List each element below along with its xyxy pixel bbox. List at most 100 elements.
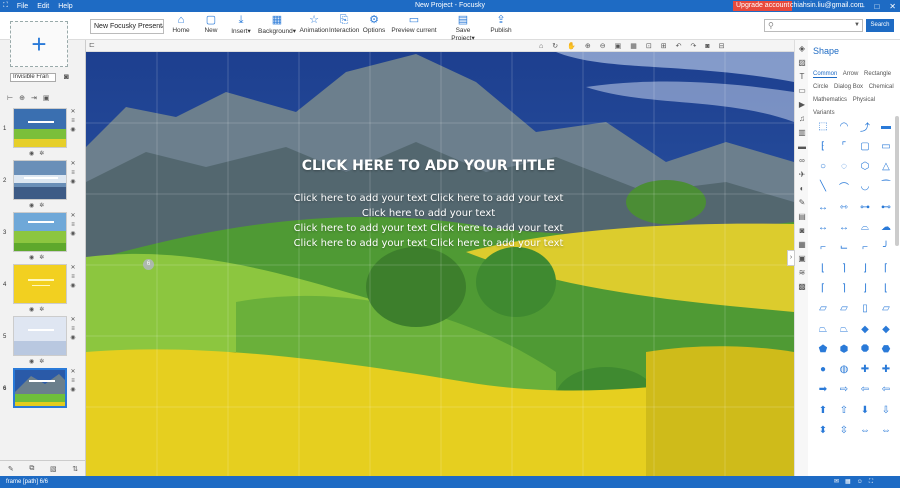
play-icon[interactable]: ◉ bbox=[29, 254, 34, 261]
visibility-icon[interactable]: ◉ bbox=[69, 334, 77, 343]
clipboard-tool-icon[interactable]: ▤ bbox=[797, 212, 807, 222]
animation-button[interactable]: ☆ Animation bbox=[299, 14, 329, 38]
lock-icon[interactable]: ▣ bbox=[615, 42, 622, 50]
slide-thumbnail-5[interactable]: 5 ◉ ✲ ✕ ≡ ◉ bbox=[0, 316, 86, 366]
menu-icon[interactable]: ≡ bbox=[69, 169, 77, 178]
shape-option[interactable]: ⌉ bbox=[835, 259, 853, 277]
shape-option[interactable]: ⬚ bbox=[814, 117, 832, 135]
minimize-icon[interactable]: – bbox=[860, 2, 864, 11]
menu-icon[interactable]: ≡ bbox=[69, 273, 77, 282]
shape-option[interactable]: ▱ bbox=[835, 300, 853, 318]
shape-option[interactable]: ⇳ bbox=[835, 422, 853, 440]
settings-icon[interactable]: ✲ bbox=[39, 202, 44, 209]
close-icon[interactable]: ✕ bbox=[889, 2, 896, 11]
shape-option[interactable]: ○ bbox=[814, 158, 832, 176]
shape-option[interactable]: ⬣ bbox=[877, 340, 895, 358]
undo-icon[interactable]: ↶ bbox=[676, 42, 682, 50]
shape-option[interactable]: ⬟ bbox=[814, 340, 832, 358]
redo-icon[interactable]: ↷ bbox=[690, 42, 696, 50]
shape-option[interactable]: ◠ bbox=[835, 117, 853, 135]
fullscreen-icon[interactable]: ⛶ bbox=[869, 476, 873, 488]
shape-option[interactable]: ⇿ bbox=[835, 198, 853, 216]
transition-icon[interactable]: ▧ bbox=[50, 465, 57, 473]
shape-option[interactable]: ⬇ bbox=[856, 401, 874, 419]
shape-option[interactable]: ⌒ bbox=[835, 178, 853, 196]
slide-preview[interactable] bbox=[13, 108, 67, 148]
message-icon[interactable]: ✉ bbox=[834, 476, 839, 488]
preview-current-button[interactable]: ▭ Preview current bbox=[391, 14, 437, 38]
plane-tool-icon[interactable]: ✈ bbox=[797, 170, 807, 180]
table-tool-icon[interactable]: ▣ bbox=[797, 254, 807, 264]
user-email[interactable]: chiahsin.liu@gmail.com bbox=[790, 0, 864, 12]
delete-icon[interactable]: ✕ bbox=[69, 264, 77, 273]
visibility-icon[interactable]: ◉ bbox=[69, 282, 77, 291]
menu-icon[interactable]: ≡ bbox=[69, 221, 77, 230]
tab-dialog-box[interactable]: Dialog Box bbox=[834, 84, 863, 90]
slide-title-placeholder[interactable]: CLICK HERE TO ADD YOUR TITLE bbox=[286, 158, 571, 174]
shape-option[interactable]: ◌ bbox=[835, 158, 853, 176]
shape-option[interactable]: ☁ bbox=[877, 219, 895, 237]
shape-option[interactable]: ▭ bbox=[877, 137, 895, 155]
template-tool-icon[interactable]: ▩ bbox=[797, 282, 807, 292]
visibility-icon[interactable]: ◉ bbox=[69, 126, 77, 135]
shape-option[interactable]: ↔ bbox=[835, 219, 853, 237]
slide-preview[interactable] bbox=[13, 316, 67, 356]
shape-option[interactable]: ↔ bbox=[814, 219, 832, 237]
shape-option[interactable]: ⇦ bbox=[856, 381, 874, 399]
home-view-icon[interactable]: ⌂ bbox=[539, 43, 543, 50]
menu-edit[interactable]: Edit bbox=[37, 3, 49, 10]
fit-icon[interactable]: ⊡ bbox=[646, 42, 652, 50]
shape-option[interactable]: ⌙ bbox=[835, 239, 853, 257]
copy-icon[interactable]: ⧉ bbox=[29, 465, 34, 473]
menu-icon[interactable]: ≡ bbox=[69, 325, 77, 334]
settings-icon[interactable]: ✲ bbox=[39, 254, 44, 261]
collapse-panel-button[interactable]: › bbox=[787, 250, 795, 266]
settings-icon[interactable]: ✲ bbox=[39, 306, 44, 313]
frame-type-select[interactable]: Invisible Fran bbox=[10, 73, 56, 82]
shape-option[interactable]: ⌜ bbox=[835, 137, 853, 155]
maximize-icon[interactable]: □ bbox=[874, 2, 879, 11]
path-number-marker[interactable]: 6 bbox=[143, 259, 154, 270]
shape-option[interactable]: ✚ bbox=[877, 361, 895, 379]
delete-icon[interactable]: ✕ bbox=[69, 160, 77, 169]
shape-option[interactable]: ◍ bbox=[835, 361, 853, 379]
interaction-button[interactable]: ⎘ Interaction bbox=[329, 14, 359, 38]
chevron-down-icon[interactable]: ▼ bbox=[854, 20, 860, 31]
shape-option[interactable]: ⇨ bbox=[835, 381, 853, 399]
shape-option[interactable]: ╲ bbox=[814, 178, 832, 196]
edit-path-icon[interactable]: ✎ bbox=[8, 465, 14, 473]
shape-option[interactable]: ▱ bbox=[877, 300, 895, 318]
image-tool-icon[interactable]: ▨ bbox=[797, 58, 807, 68]
shape-tool-icon[interactable]: ◈ bbox=[797, 44, 807, 54]
shape-option[interactable]: ⯃ bbox=[856, 340, 874, 358]
align-left-icon[interactable]: ⊢ bbox=[7, 94, 13, 102]
layout-icon[interactable]: ▣ bbox=[43, 94, 50, 102]
shape-option[interactable]: ◡ bbox=[856, 178, 874, 196]
music-tool-icon[interactable]: ♫ bbox=[797, 114, 807, 124]
media-tool-icon[interactable]: ▶ bbox=[797, 100, 807, 110]
delete-icon[interactable]: ✕ bbox=[69, 108, 77, 117]
play-icon[interactable]: ◉ bbox=[29, 202, 34, 209]
delete-icon[interactable]: ✕ bbox=[69, 212, 77, 221]
tab-circle[interactable]: Circle bbox=[813, 84, 828, 90]
shape-option[interactable]: ⌊ bbox=[814, 259, 832, 277]
shape-option[interactable]: ⌋ bbox=[856, 279, 874, 297]
grid-icon[interactable]: ▦ bbox=[630, 42, 637, 50]
shape-option[interactable]: ▢ bbox=[856, 137, 874, 155]
tab-variants[interactable]: Variants bbox=[813, 110, 835, 116]
slide-preview[interactable] bbox=[13, 212, 67, 252]
shape-option[interactable]: ▯ bbox=[856, 300, 874, 318]
slide-thumbnail-2[interactable]: 2 ◉ ✲ ✕ ≡ ◉ bbox=[0, 160, 86, 210]
zoom-in-icon[interactable]: ⊕ bbox=[585, 42, 591, 50]
shape-option[interactable]: ➡ bbox=[814, 381, 832, 399]
slide-thumbnail-6[interactable]: 6 ✕ ≡ ◉ bbox=[0, 368, 86, 418]
pen-tool-icon[interactable]: ✎ bbox=[797, 198, 807, 208]
tab-chemical[interactable]: Chemical bbox=[869, 84, 894, 90]
layers-tool-icon[interactable]: ≋ bbox=[797, 268, 807, 278]
play-icon[interactable]: ◉ bbox=[29, 358, 34, 365]
shape-option[interactable]: ⇩ bbox=[877, 401, 895, 419]
visibility-icon[interactable]: ◉ bbox=[69, 178, 77, 187]
shape-option[interactable]: ⌋ bbox=[856, 259, 874, 277]
align-icon[interactable]: ⊞ bbox=[661, 42, 667, 50]
hand-icon[interactable]: ✋ bbox=[567, 42, 576, 50]
